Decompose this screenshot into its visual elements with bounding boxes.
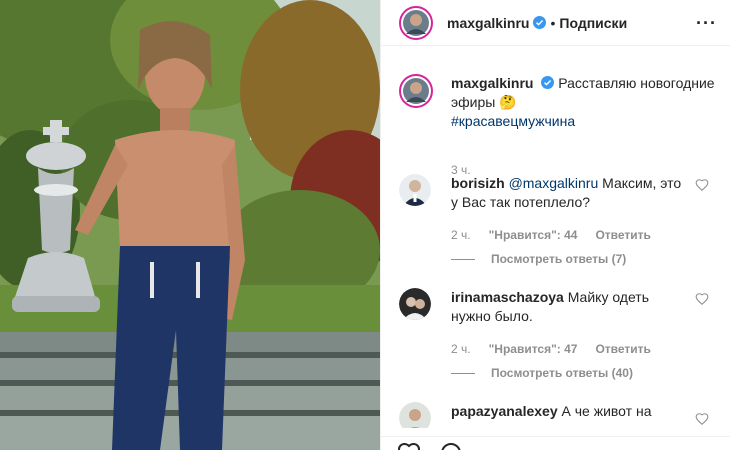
comment-likes-count[interactable]: "Нравится": 47 <box>489 342 578 356</box>
comment-username[interactable]: borisizh <box>451 175 505 191</box>
caption-text-block: maxgalkinru Расставляю новогодние эфиры … <box>451 74 717 131</box>
verified-badge-icon <box>533 16 547 29</box>
reply-button[interactable]: Ответить <box>595 342 650 356</box>
view-replies-label: Посмотреть ответы (7) <box>491 252 627 266</box>
comment-text-block: papazyanalexey А че живот на <box>451 402 691 421</box>
post-photo-image <box>0 0 380 450</box>
heart-icon[interactable] <box>695 412 709 426</box>
view-replies-button[interactable]: Посмотреть ответы (40) <box>451 366 633 380</box>
comment-text-block: borisizh @maxgalkinru Максим, это у Вас … <box>451 174 691 212</box>
comment-likes-count[interactable]: "Нравится": 44 <box>489 228 578 242</box>
view-replies-button[interactable]: Посмотреть ответы (7) <box>451 252 626 266</box>
heart-icon[interactable] <box>695 178 709 192</box>
caption-hashtag-link[interactable]: #красавецмужчина <box>451 113 575 129</box>
comments-list[interactable]: maxgalkinru Расставляю новогодние эфиры … <box>381 62 730 428</box>
comment-text: А че живот на <box>557 403 652 419</box>
comment-meta: 2 ч. "Нравится": 44 Ответить <box>451 228 651 242</box>
comment-meta: 2 ч. "Нравится": 47 Ответить <box>451 342 651 356</box>
following-button[interactable]: Подписки <box>559 15 627 31</box>
view-replies-label: Посмотреть ответы (40) <box>491 366 633 380</box>
header-separator: • <box>550 14 556 31</box>
verified-badge-icon <box>541 76 555 89</box>
replies-divider <box>451 258 475 260</box>
comment-username[interactable]: irinamaschazoya <box>451 289 564 305</box>
author-avatar[interactable] <box>399 5 433 40</box>
replies-divider <box>451 372 475 374</box>
caption-author-avatar[interactable] <box>399 74 433 108</box>
like-heart-icon[interactable] <box>397 441 421 450</box>
comment-timestamp[interactable]: 2 ч. <box>451 342 471 356</box>
post-header: maxgalkinru • Подписки ··· <box>381 0 730 46</box>
more-options-icon[interactable]: ··· <box>696 13 717 34</box>
post-details-panel: maxgalkinru • Подписки ··· maxgalkinru Р… <box>380 0 730 450</box>
comment-text-block: irinamaschazoya Майку одеть нужно было. <box>451 288 691 326</box>
caption-username[interactable]: maxgalkinru <box>451 75 533 91</box>
author-username[interactable]: maxgalkinru <box>447 15 529 31</box>
comment-mention-link[interactable]: @maxgalkinru <box>509 175 599 191</box>
comment-username[interactable]: papazyanalexey <box>451 403 558 419</box>
comment-timestamp[interactable]: 2 ч. <box>451 228 471 242</box>
comment-icon[interactable] <box>439 441 463 450</box>
commenter-avatar[interactable] <box>399 402 431 428</box>
post-photo[interactable] <box>0 0 380 450</box>
reply-button[interactable]: Ответить <box>595 228 650 242</box>
post-actions-bar <box>381 436 730 450</box>
commenter-avatar[interactable] <box>399 288 431 320</box>
commenter-avatar[interactable] <box>399 174 431 206</box>
heart-icon[interactable] <box>695 292 709 306</box>
